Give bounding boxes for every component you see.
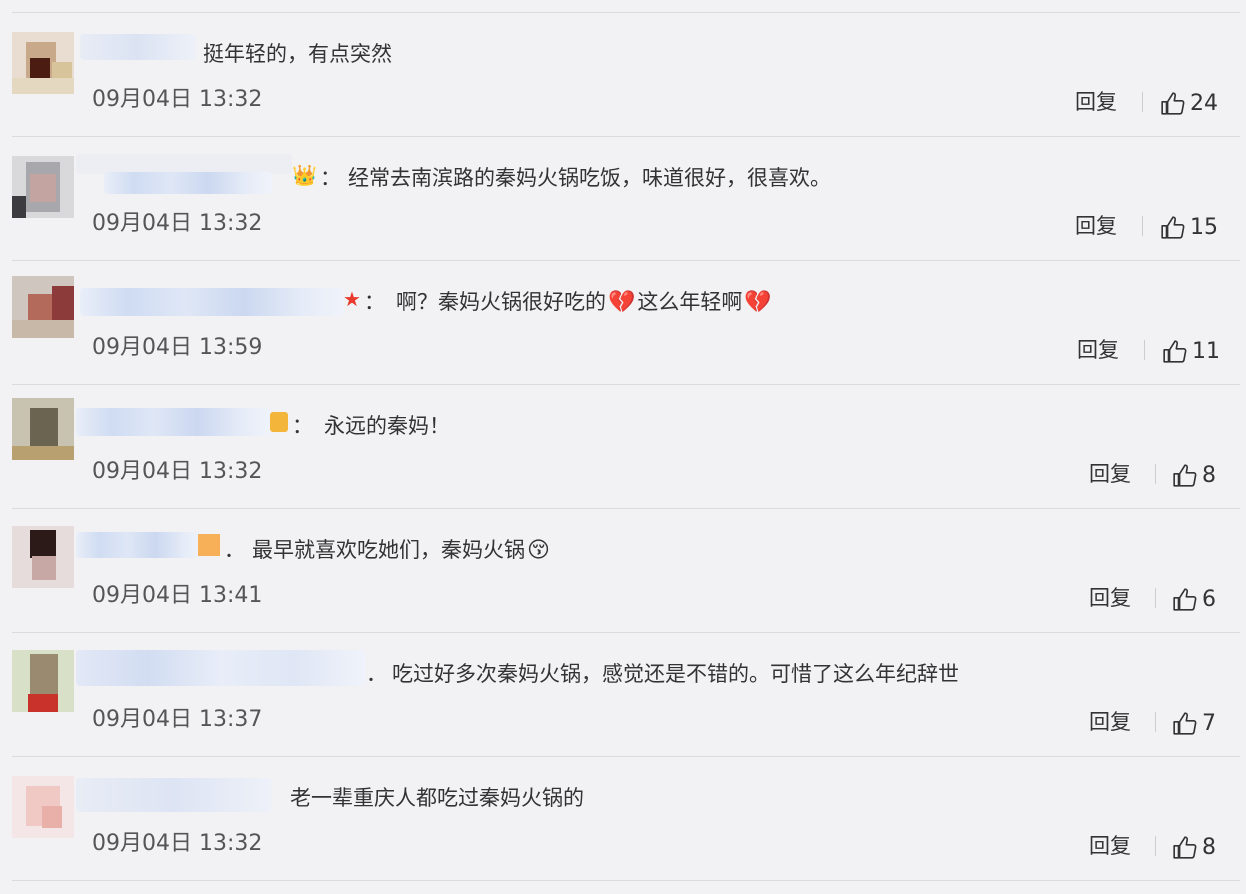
comment-separator: ： — [364, 290, 385, 314]
comment-item: 挺年轻的，有点突然 09月04日 13:32 回复 24 — [0, 12, 1246, 136]
thumbs-up-icon — [1173, 588, 1197, 611]
avatar[interactable] — [12, 156, 74, 218]
comment-time: 09月04日 13:32 — [92, 831, 263, 856]
nickname[interactable] — [76, 532, 204, 558]
action-separator — [1155, 464, 1156, 484]
avatar[interactable] — [12, 650, 74, 712]
thumbs-up-icon — [1173, 836, 1197, 859]
badge-icon — [270, 412, 288, 432]
like-button[interactable]: 24 — [1160, 89, 1218, 119]
nickname[interactable] — [76, 778, 272, 812]
action-separator — [1155, 836, 1156, 856]
comment-text: 经常去南滨路的秦妈火锅吃饭，味道很好，很喜欢。 — [348, 166, 831, 190]
comment-text: 老一辈重庆人都吃过秦妈火锅的 — [290, 786, 584, 810]
nickname[interactable] — [76, 650, 366, 686]
reply-button[interactable]: 回复 — [1075, 88, 1117, 116]
reply-button[interactable]: 回复 — [1089, 584, 1131, 612]
comment-text: 永远的秦妈！ — [324, 414, 450, 438]
nickname[interactable] — [76, 408, 272, 436]
reply-button[interactable]: 回复 — [1089, 708, 1131, 736]
like-count: 24 — [1190, 91, 1218, 116]
comment-item: ★ ： 啊？秦妈火锅很好吃的💔这么年轻啊💔 09月04日 13:59 回复 11 — [0, 260, 1246, 384]
reply-button[interactable]: 回复 — [1089, 832, 1131, 860]
like-button[interactable]: 8 — [1172, 461, 1216, 491]
comment-time: 09月04日 13:32 — [92, 459, 263, 484]
action-separator — [1155, 712, 1156, 732]
nickname[interactable] — [104, 172, 272, 194]
avatar[interactable] — [12, 526, 74, 588]
avatar[interactable] — [12, 398, 74, 460]
action-separator — [1142, 92, 1143, 112]
like-button[interactable]: 6 — [1172, 585, 1216, 615]
thumbs-up-icon — [1161, 216, 1185, 239]
broken-heart-icon: 💔 — [744, 290, 772, 315]
badge-icon — [198, 534, 220, 556]
comment-separator: ： — [292, 414, 313, 438]
like-count: 7 — [1202, 711, 1216, 736]
comment-text-part: 啊？秦妈火锅很好吃的 — [396, 290, 606, 314]
comment-separator: ． — [366, 662, 387, 686]
comment-text: 啊？秦妈火锅很好吃的💔这么年轻啊💔 — [396, 288, 774, 317]
action-separator — [1155, 588, 1156, 608]
comment-time: 09月04日 13:32 — [92, 211, 263, 236]
thumbs-up-icon — [1173, 464, 1197, 487]
like-button[interactable]: 7 — [1172, 709, 1216, 739]
star-icon: ★ — [343, 287, 361, 311]
avatar[interactable] — [12, 32, 74, 94]
reply-button[interactable]: 回复 — [1089, 460, 1131, 488]
like-count: 8 — [1202, 835, 1216, 860]
like-count: 11 — [1192, 339, 1220, 364]
nickname[interactable] — [80, 34, 196, 60]
comment-item: 老一辈重庆人都吃过秦妈火锅的 09月04日 13:32 回复 8 — [0, 756, 1246, 880]
like-button[interactable]: 11 — [1162, 337, 1220, 367]
thumbs-up-icon — [1161, 92, 1185, 115]
nickname[interactable] — [76, 154, 292, 174]
reply-button[interactable]: 回复 — [1077, 336, 1119, 364]
reply-button[interactable]: 回复 — [1075, 212, 1117, 240]
comment-text: 挺年轻的，有点突然 — [203, 42, 392, 66]
like-count: 6 — [1202, 587, 1216, 612]
comment-text: 最早就喜欢吃她们，秦妈火锅😚 — [252, 536, 552, 565]
avatar[interactable] — [12, 276, 74, 338]
like-button[interactable]: 8 — [1172, 833, 1216, 863]
comment-time: 09月04日 13:32 — [92, 87, 263, 112]
nickname[interactable] — [80, 288, 344, 316]
broken-heart-icon: 💔 — [608, 290, 636, 315]
comment-time: 09月04日 13:41 — [92, 583, 263, 608]
divider-bottom — [12, 880, 1240, 881]
thumbs-up-icon — [1163, 340, 1187, 363]
comment-separator: ： — [320, 166, 341, 190]
comment-text-part: 最早就喜欢吃她们，秦妈火锅 — [252, 538, 525, 562]
comment-time: 09月04日 13:37 — [92, 707, 263, 732]
kissing-face-icon: 😚 — [527, 538, 550, 563]
action-separator — [1142, 216, 1143, 236]
crown-icon: 👑 — [292, 163, 317, 187]
action-separator — [1144, 340, 1145, 360]
comment-item: ． 最早就喜欢吃她们，秦妈火锅😚 09月04日 13:41 回复 6 — [0, 508, 1246, 632]
like-count: 8 — [1202, 463, 1216, 488]
comment-separator: ． — [224, 538, 245, 562]
thumbs-up-icon — [1173, 712, 1197, 735]
like-count: 15 — [1190, 215, 1218, 240]
comment-time: 09月04日 13:59 — [92, 335, 263, 360]
avatar[interactable] — [12, 776, 74, 838]
comment-text: 吃过好多次秦妈火锅，感觉还是不错的。可惜了这么年纪辞世 — [392, 662, 959, 686]
like-button[interactable]: 15 — [1160, 213, 1218, 243]
comment-item: 👑 ： 经常去南滨路的秦妈火锅吃饭，味道很好，很喜欢。 09月04日 13:32… — [0, 136, 1246, 260]
comment-item: ： 永远的秦妈！ 09月04日 13:32 回复 8 — [0, 384, 1246, 508]
comment-item: ． 吃过好多次秦妈火锅，感觉还是不错的。可惜了这么年纪辞世 09月04日 13:… — [0, 632, 1246, 756]
comment-text-part: 这么年轻啊 — [637, 290, 743, 314]
